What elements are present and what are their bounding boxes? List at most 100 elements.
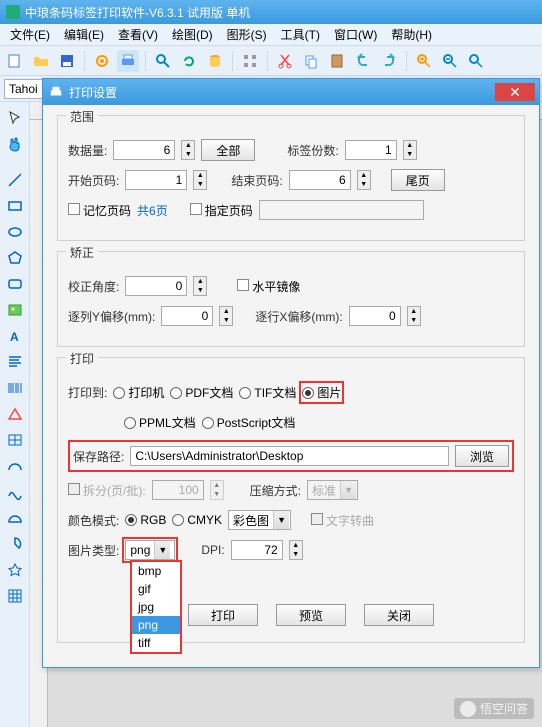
curve-tool[interactable]: [3, 480, 27, 504]
start-page-input[interactable]: [125, 170, 187, 190]
zoom-out-button[interactable]: [439, 50, 461, 72]
print-legend: 打印: [66, 350, 98, 367]
main-toolbar: [0, 46, 542, 76]
menu-view[interactable]: 查看(V): [112, 24, 164, 45]
new-button[interactable]: [4, 50, 26, 72]
menu-shape[interactable]: 图形(S): [221, 24, 273, 45]
text-tool[interactable]: A: [3, 324, 27, 348]
radio-pdf[interactable]: PDF文档: [170, 384, 233, 401]
barcode-tool[interactable]: [3, 376, 27, 400]
menu-help[interactable]: 帮助(H): [385, 24, 438, 45]
rounded-rect-tool[interactable]: [3, 272, 27, 296]
last-page-button[interactable]: 尾页: [391, 169, 445, 191]
dropdown-item-gif[interactable]: gif: [132, 580, 180, 598]
grid-tool[interactable]: [3, 584, 27, 608]
paste-button[interactable]: [326, 50, 348, 72]
refresh-button[interactable]: [178, 50, 200, 72]
dpi-input[interactable]: [231, 540, 283, 560]
browse-button[interactable]: 浏览: [455, 445, 509, 467]
save-button[interactable]: [56, 50, 78, 72]
data-qty-spinner[interactable]: ▲▼: [181, 140, 195, 160]
dialog-title: 打印设置: [69, 84, 117, 101]
print-button[interactable]: [117, 50, 139, 72]
pointer-tool[interactable]: [3, 106, 27, 130]
radio-printer[interactable]: 打印机: [113, 384, 164, 401]
redo-button[interactable]: [378, 50, 400, 72]
data-qty-input[interactable]: [113, 140, 175, 160]
zoom-button[interactable]: [152, 50, 174, 72]
chord-tool[interactable]: [3, 506, 27, 530]
dropdown-item-bmp[interactable]: bmp: [132, 562, 180, 580]
col-offset-label: 逐列Y偏移(mm):: [68, 308, 155, 325]
menu-file[interactable]: 文件(E): [4, 24, 56, 45]
save-path-input[interactable]: [130, 446, 449, 466]
pie-tool[interactable]: [3, 532, 27, 556]
row-offset-spinner[interactable]: ▲▼: [407, 306, 421, 326]
hand-tool[interactable]: [3, 132, 27, 156]
zoom-in-button[interactable]: [413, 50, 435, 72]
specify-page-input: [259, 200, 424, 220]
grid-button[interactable]: [239, 50, 261, 72]
print-action-button[interactable]: 打印: [188, 604, 258, 626]
image-type-dropdown[interactable]: bmp gif jpg png tiff: [130, 560, 182, 654]
remember-page-checkbox[interactable]: 记忆页码: [68, 202, 131, 219]
mirror-checkbox[interactable]: 水平镜像: [237, 278, 300, 295]
dpi-spinner[interactable]: ▲▼: [289, 540, 303, 560]
toolbar-separator: [232, 51, 233, 71]
end-page-spinner[interactable]: ▲▼: [357, 170, 371, 190]
copies-spinner[interactable]: ▲▼: [403, 140, 417, 160]
col-offset-spinner[interactable]: ▲▼: [219, 306, 233, 326]
menu-window[interactable]: 窗口(W): [328, 24, 383, 45]
polygon-tool[interactable]: [3, 246, 27, 270]
row-offset-label: 逐行X偏移(mm):: [255, 308, 342, 325]
cut-button[interactable]: [274, 50, 296, 72]
menu-draw[interactable]: 绘图(D): [166, 24, 219, 45]
specify-page-checkbox[interactable]: 指定页码: [190, 202, 253, 219]
dropdown-item-tiff[interactable]: tiff: [132, 634, 180, 652]
color-depth-select[interactable]: 彩色图▼: [228, 510, 291, 530]
triangle-tool[interactable]: [3, 402, 27, 426]
preview-button[interactable]: 预览: [276, 604, 346, 626]
zoom-fit-button[interactable]: [465, 50, 487, 72]
copy-button[interactable]: [300, 50, 322, 72]
menubar: 文件(E) 编辑(E) 查看(V) 绘图(D) 图形(S) 工具(T) 窗口(W…: [0, 24, 542, 46]
start-page-spinner[interactable]: ▲▼: [193, 170, 207, 190]
star-tool[interactable]: [3, 558, 27, 582]
rect-tool[interactable]: [3, 194, 27, 218]
close-button[interactable]: 关闭: [364, 604, 434, 626]
total-pages-link[interactable]: 共6页: [137, 202, 168, 219]
settings-button[interactable]: [91, 50, 113, 72]
all-button[interactable]: 全部: [201, 139, 255, 161]
data-qty-label: 数据量:: [68, 142, 107, 159]
col-offset-input[interactable]: [161, 306, 213, 326]
dialog-titlebar[interactable]: 打印设置 ✕: [43, 79, 539, 105]
menu-edit[interactable]: 编辑(E): [58, 24, 110, 45]
dialog-icon: [49, 85, 63, 99]
dialog-close-button[interactable]: ✕: [495, 83, 535, 101]
image-tool[interactable]: [3, 298, 27, 322]
open-button[interactable]: [30, 50, 52, 72]
copies-input[interactable]: [345, 140, 397, 160]
image-type-select[interactable]: png▼: [125, 540, 175, 560]
arc-tool[interactable]: [3, 454, 27, 478]
row-offset-input[interactable]: [349, 306, 401, 326]
undo-button[interactable]: [352, 50, 374, 72]
table-tool[interactable]: [3, 428, 27, 452]
radio-image[interactable]: 图片: [302, 386, 341, 400]
richtext-tool[interactable]: [3, 350, 27, 374]
dropdown-item-png[interactable]: png: [132, 616, 180, 634]
angle-input[interactable]: [125, 276, 187, 296]
radio-postscript[interactable]: PostScript文档: [202, 414, 296, 431]
ellipse-tool[interactable]: [3, 220, 27, 244]
radio-cmyk[interactable]: CMYK: [172, 513, 222, 527]
radio-tif[interactable]: TIF文档: [239, 384, 296, 401]
radio-ppml[interactable]: PPML文档: [124, 414, 196, 431]
print-group: 打印 打印到: 打印机 PDF文档 TIF文档 图片 PPML文档 PostSc…: [57, 357, 525, 643]
database-button[interactable]: [204, 50, 226, 72]
dropdown-item-jpg[interactable]: jpg: [132, 598, 180, 616]
line-tool[interactable]: [3, 168, 27, 192]
menu-tool[interactable]: 工具(T): [275, 24, 326, 45]
end-page-input[interactable]: [289, 170, 351, 190]
angle-spinner[interactable]: ▲▼: [193, 276, 207, 296]
radio-rgb[interactable]: RGB: [125, 513, 166, 527]
